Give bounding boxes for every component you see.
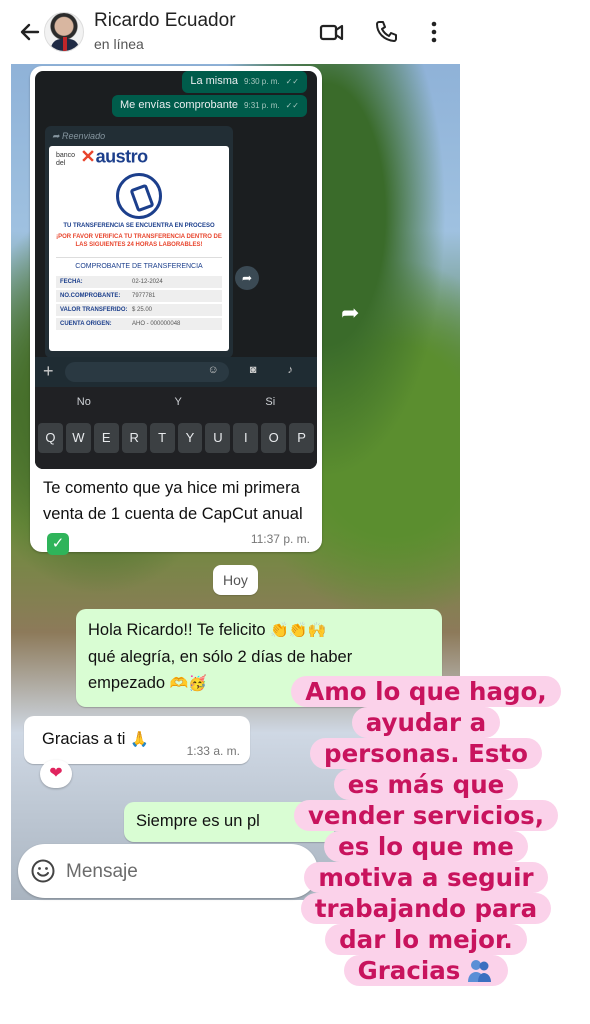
handshake-icon [116,173,162,219]
overlay-line: trabajando para [300,893,552,924]
mini-bubble: Me envías comprobante 9:31 p. m. ✓✓ [112,95,307,117]
message-time: 11:37 p. m. [250,532,310,546]
overlay-line: personas. Esto [310,738,542,769]
forwarded-label: Reenviado [62,131,106,141]
forward-shortcut-icon[interactable]: ➦ [341,300,359,326]
receipt-table: FECHA: 02-12-2024 NO.COMPROBANTE: 7977781 … [56,276,222,330]
overlay-line: vender servicios, [293,800,559,831]
contact-name[interactable]: Ricardo Ecuador [94,10,236,32]
overlay-caption: Amo lo que hago, ayudar a personas. Esto… [262,676,590,986]
receipt-row: CUENTA ORIGEN: AHO - 000000048 [56,318,222,330]
phone-call-icon[interactable] [372,18,400,46]
hug-icon [466,958,494,982]
overlay-line: dar lo mejor. [325,924,527,955]
overlay-line: Amo lo que hago, [291,676,561,707]
keyboard-suggestions: No Y Si [35,387,317,417]
overlay-line: motiva a seguir [304,862,548,893]
message-time: 1:33 a. m. [186,744,240,758]
receipt-status: TU TRANSFERENCIA SE ENCUENTRA EN PROCESO [63,223,215,229]
message-input[interactable]: Mensaje [66,861,138,883]
image-message-bubble[interactable]: La misma 9:30 p. m. ✓✓ Me envías comproban… [30,66,322,555]
check-mark-icon: ✓ [47,533,69,555]
overlay-line: ayudar a [351,707,501,738]
contact-status: en línea [94,36,144,52]
overlay-line-last: Gracias [343,955,509,986]
forwarded-screenshot[interactable]: La misma 9:30 p. m. ✓✓ Me envías comproban… [35,71,317,469]
overlay-line: es más que [333,769,519,800]
date-separator: Hoy [213,565,258,595]
receipt-row: FECHA: 02-12-2024 [56,276,222,288]
screenshot-input-bar: + ☺ ◙ ♪ [35,357,317,387]
clapping-hands-icon: 👏👏🙌 [270,622,327,639]
back-arrow-icon[interactable] [16,18,44,46]
forwarded-message: ➦ Reenviado banco del ✕austro TU TRANSFE… [45,126,233,358]
praying-hands-icon: 🙏 [130,731,149,748]
receipt-warning: ¡POR FAVOR VERIFICA TU TRANSFERENCIA DEN… [56,234,222,248]
keyboard-row: Q W E R T Y U I O P [35,417,317,469]
emoji-icon[interactable] [30,858,56,884]
bank-receipt: banco del ✕austro TU TRANSFERENCIA SE EN… [49,146,229,351]
receipt-row: NO.COMPROBANTE: 7977781 [56,290,222,302]
chat-header: Ricardo Ecuador en línea [0,0,590,64]
receipt-row: VALOR TRANSFERIDO: $ 25.00 [56,304,222,316]
bank-logo: banco del ✕austro [56,146,148,167]
share-icon: ➦ [235,266,259,290]
more-options-icon[interactable] [422,18,450,46]
overlay-line: es lo que me [324,831,528,862]
incoming-message[interactable]: Gracias a ti 🙏 1:33 a. m. [24,716,250,764]
heart-reaction-icon[interactable]: ❤ [40,760,72,788]
receipt-title: COMPROBANTE DE TRANSFERENCIA [56,257,222,270]
avatar[interactable] [44,12,84,52]
video-call-icon[interactable] [318,18,346,46]
party-face-icon: 🫶🥳 [169,675,208,692]
mini-bubble: La misma 9:30 p. m. ✓✓ [182,71,307,93]
